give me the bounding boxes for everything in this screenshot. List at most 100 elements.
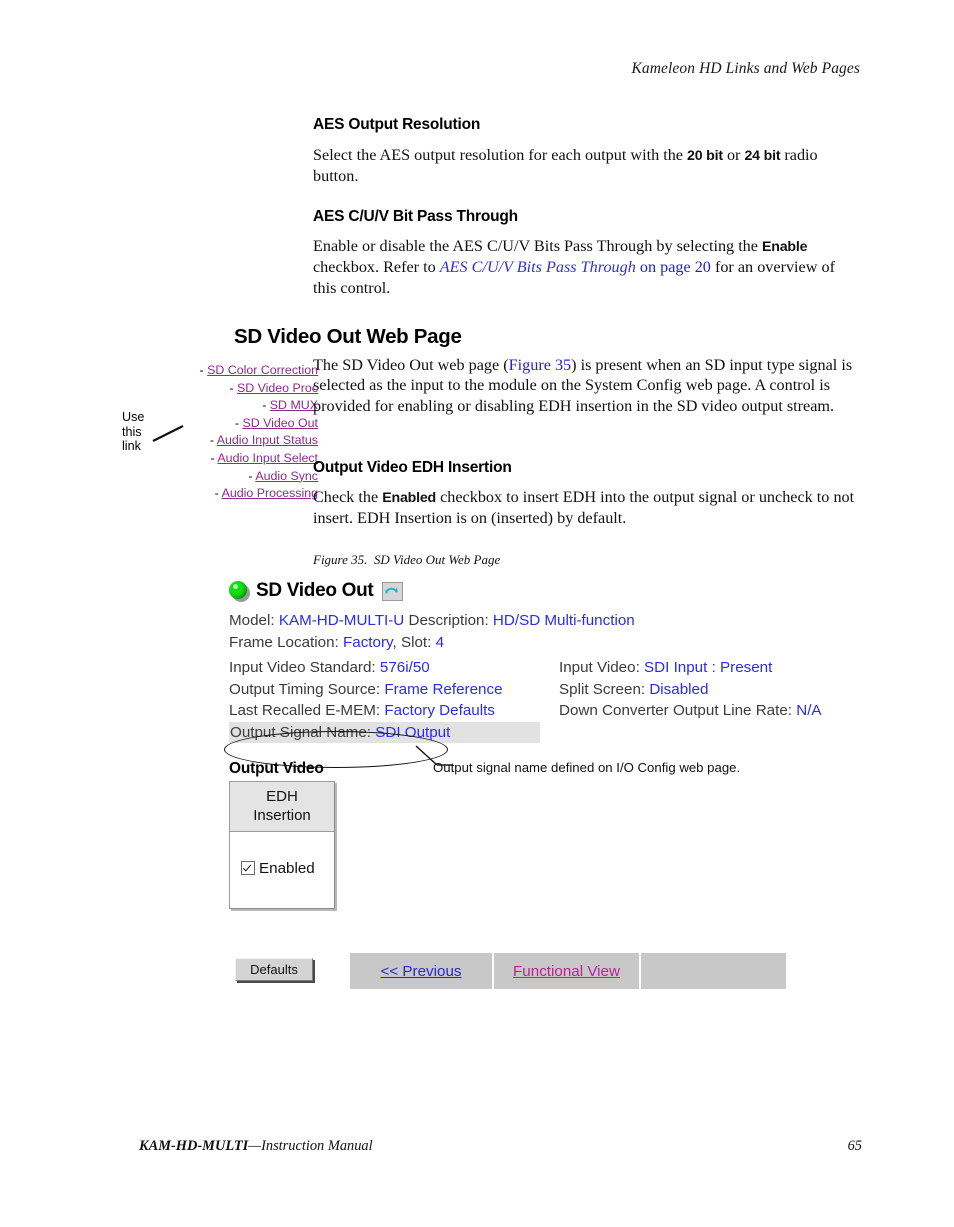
figure-cross-reference-link[interactable]: Figure 35: [509, 356, 572, 374]
paragraph-sd-video-out-intro: The SD Video Out web page (Figure 35) is…: [313, 355, 861, 416]
nav-row: - SD MUX: [168, 397, 318, 415]
text-run-bold: Enable: [762, 239, 808, 255]
heading-output-video-edh-insertion: Output Video EDH Insertion: [313, 459, 512, 476]
nav-dash: -: [234, 415, 239, 430]
page-title-sd-video-out-web-page: SD Video Out Web Page: [234, 325, 462, 348]
status-right-label: Input Video:: [559, 659, 640, 676]
web-page-header: SD Video Out: [229, 578, 869, 604]
nav-dash: -: [199, 363, 204, 377]
status-left-label: Last Recalled E-MEM:: [229, 702, 381, 719]
status-left-value: Factory Defaults: [384, 702, 495, 719]
nav-dash: -: [229, 380, 234, 395]
text-run-bold: Enabled: [382, 490, 437, 506]
checkbox-checked-icon[interactable]: [241, 861, 255, 875]
paragraph-aes-output-resolution: Select the AES output resolution for eac…: [313, 145, 859, 187]
previous-button[interactable]: << Previous: [350, 953, 492, 989]
sidebar-item-sd-color-correction[interactable]: SD Color Correction: [207, 363, 318, 377]
edh-enabled-checkbox-row[interactable]: Enabled: [241, 860, 315, 877]
sidebar-item-audio-input-status[interactable]: Audio Input Status: [217, 433, 318, 447]
heading-aes-cuv-bit-pass-through: AES C/U/V Bit Pass Through: [313, 208, 518, 225]
nav-row: - SD Video Out: [168, 415, 318, 433]
description-label: Description:: [408, 612, 489, 629]
figure-number: Figure 35.: [313, 552, 368, 567]
sidebar-item-sd-video-out[interactable]: SD Video Out: [242, 416, 318, 430]
slot-label: , Slot:: [392, 633, 432, 651]
nav-dash: -: [209, 433, 214, 448]
paragraph-aes-cuv-bit-pass-through: Enable or disable the AES C/U/V Bits Pas…: [313, 236, 861, 298]
defaults-button[interactable]: Defaults: [235, 958, 313, 981]
slot-value: 4: [435, 633, 445, 651]
edh-header-line-2: Insertion: [253, 806, 311, 824]
nav-dash: -: [262, 398, 267, 413]
running-head: Kameleon HD Links and Web Pages: [631, 60, 860, 77]
annotation-use-this-link: Use this link: [122, 410, 144, 454]
status-row: Output Timing Source: Frame Reference Sp…: [229, 679, 869, 701]
status-led-green-icon: [229, 580, 251, 602]
text-run: Enable or disable the AES C/U/V Bits Pas…: [313, 237, 763, 255]
cross-reference-page-link[interactable]: on page 20: [636, 258, 711, 276]
sidebar-item-audio-sync[interactable]: Audio Sync: [255, 469, 318, 483]
web-page-bottom-bar: Defaults << Previous Functional View: [229, 953, 789, 993]
nav-row: - Audio Processing: [168, 485, 318, 503]
cross-reference-link[interactable]: AES C/U/V Bits Pass Through: [440, 258, 636, 276]
status-right-value: Disabled: [649, 680, 709, 698]
nav-dash: -: [248, 468, 253, 483]
status-row: Last Recalled E-MEM: Factory Defaults Do…: [229, 700, 869, 722]
text-run: Select the AES output resolution for eac…: [313, 146, 688, 164]
next-button-blank[interactable]: [641, 953, 786, 989]
model-description-line: Model: KAM-HD-MULTI-U Description: HD/SD…: [229, 610, 869, 632]
frame-location-label: Frame Location:: [229, 633, 339, 651]
text-run: checkbox. Refer to: [313, 258, 440, 277]
sidebar-item-sd-mux[interactable]: SD MUX: [270, 398, 318, 412]
status-right-label: Split Screen:: [559, 680, 646, 698]
edh-enabled-label: Enabled: [259, 859, 315, 877]
nav-row: - SD Video Proc: [168, 380, 318, 398]
status-left-value: Frame Reference: [384, 680, 503, 698]
model-label: Model:: [229, 612, 275, 629]
model-value: KAM-HD-MULTI-U: [278, 612, 405, 629]
annotation-callout-text: Output signal name defined on I/O Config…: [433, 760, 741, 775]
text-run-bold: 20 bit: [687, 148, 723, 164]
paragraph-output-video-edh-insertion: Check the Enabled checkbox to insert EDH…: [313, 487, 865, 529]
status-right-value: SDI Input : Present: [644, 659, 773, 676]
sidebar-item-audio-input-select[interactable]: Audio Input Select: [217, 451, 318, 465]
footer-page-number: 65: [847, 1138, 862, 1154]
edh-header-line-1: EDH: [266, 787, 298, 805]
edh-insertion-panel: EDH Insertion Enabled: [229, 780, 335, 909]
annotation-leader-line: [152, 425, 184, 442]
status-right-value: N/A: [796, 702, 822, 719]
annotation-line: link: [122, 439, 141, 454]
previous-button-label: << Previous: [380, 962, 462, 980]
status-left: Last Recalled E-MEM: Factory Defaults: [229, 700, 495, 722]
edh-insertion-header: EDH Insertion: [230, 781, 334, 832]
nav-row: - SD Color Correction: [168, 362, 318, 380]
sidebar-item-audio-processing[interactable]: Audio Processing: [222, 486, 318, 500]
status-left-value: 576i/50: [379, 659, 430, 676]
status-left-label: Input Video Standard:: [229, 659, 376, 676]
status-left-label: Output Timing Source:: [229, 680, 381, 698]
sidebar-item-sd-video-proc[interactable]: SD Video Proc: [237, 381, 318, 395]
refresh-icon[interactable]: [382, 581, 404, 601]
status-left: Output Timing Source: Frame Reference: [229, 679, 503, 701]
functional-view-button[interactable]: Functional View: [494, 953, 639, 989]
nav-link-list: - SD Color Correction - SD Video Proc - …: [168, 362, 318, 503]
status-right: Down Converter Output Line Rate: N/A: [559, 700, 822, 722]
text-run-bold: 24 bit: [744, 148, 781, 164]
functional-view-button-label: Functional View: [513, 962, 620, 980]
text-run: or: [722, 146, 745, 164]
web-page-title: SD Video Out: [256, 580, 374, 601]
status-right: Split Screen: Disabled: [559, 679, 708, 701]
nav-dash: -: [210, 450, 215, 465]
nav-dash: -: [214, 486, 219, 501]
status-row: Input Video Standard: 576i/50 Input Vide…: [229, 657, 869, 679]
edh-insertion-body: Enabled: [230, 832, 334, 908]
figure-caption: Figure 35. SD Video Out Web Page: [313, 552, 500, 568]
description-value: HD/SD Multi-function: [492, 612, 635, 629]
frame-location-line: Frame Location: Factory, Slot: 4: [229, 632, 869, 654]
nav-row: - Audio Sync: [168, 468, 318, 486]
text-run: Check the: [313, 488, 383, 506]
output-video-group: Output Video EDH Insertion Enabled: [229, 760, 869, 909]
text-run: The SD Video Out web page (: [313, 356, 509, 374]
nav-row: - Audio Input Status: [168, 432, 318, 450]
annotation-line: Use: [122, 410, 145, 424]
